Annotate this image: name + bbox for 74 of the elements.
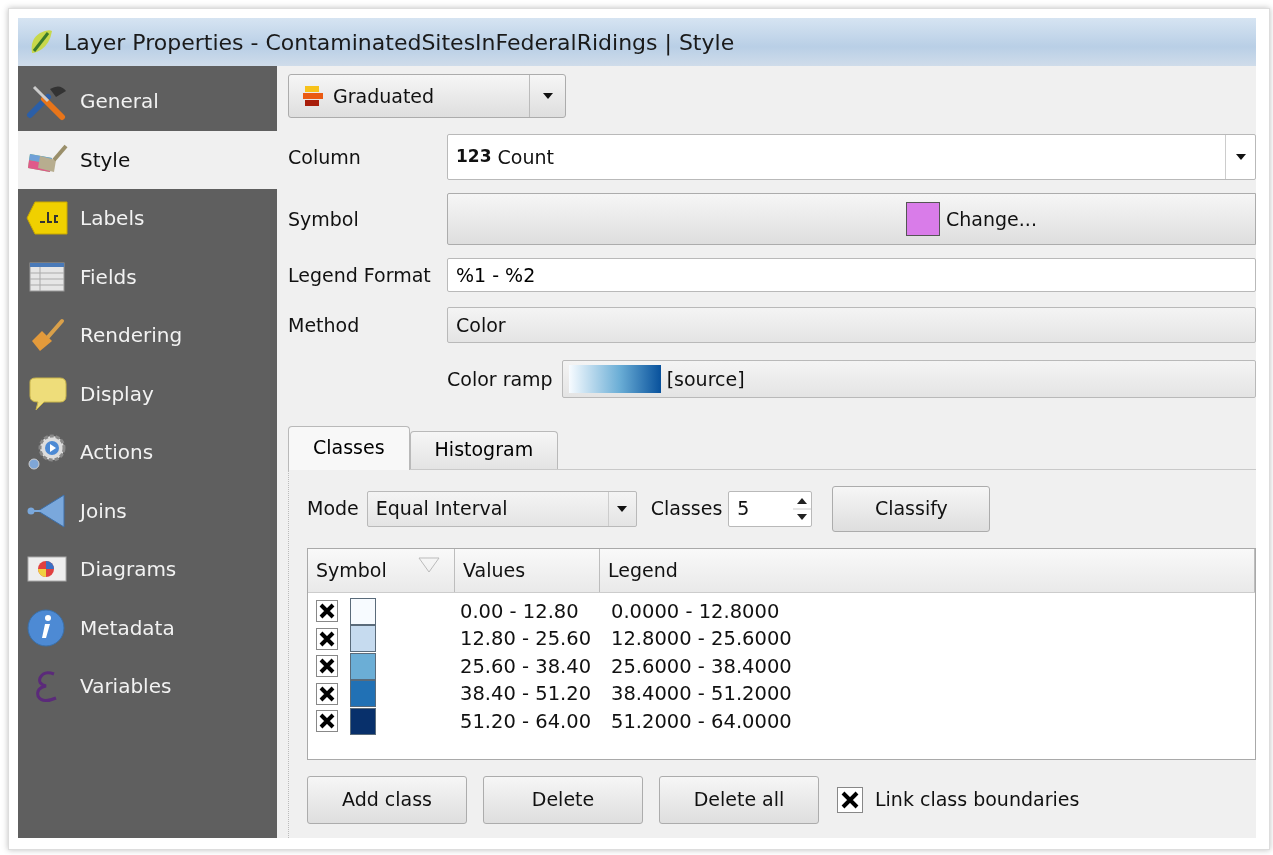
- table-cell-text: 12.8000 - 25.6000: [611, 626, 793, 652]
- class-color-swatch[interactable]: [350, 597, 376, 625]
- field-label: Column: [288, 144, 362, 170]
- checkbox-label: Link class boundaries: [875, 787, 1080, 813]
- class-color-swatch[interactable]: [350, 707, 376, 735]
- tab[interactable]: Classes: [288, 426, 410, 470]
- row-checkbox[interactable]: [316, 600, 338, 623]
- column-dropdown[interactable]: 123 Count: [447, 134, 1256, 180]
- x-mark-icon: [840, 789, 860, 810]
- sidebar-item[interactable]: Diagrams: [18, 540, 277, 599]
- field-label: Method: [288, 312, 361, 338]
- sidebar-item[interactable]: Joins: [18, 481, 277, 540]
- sidebar-item[interactable]: Fields: [18, 247, 277, 306]
- x-mark-icon: [318, 712, 336, 731]
- legend-format-field[interactable]: %1 - %2: [447, 258, 1256, 292]
- link-boundaries-checkbox[interactable]: [837, 786, 863, 813]
- table-cell-text: 38.40 - 51.20: [460, 681, 593, 707]
- color-ramp-dropdown[interactable]: [source]: [561, 360, 1256, 398]
- table-cell-text: 38.4000 - 51.2000: [611, 681, 793, 707]
- field-label: Classes: [650, 496, 723, 522]
- column-header[interactable]: Values: [455, 548, 600, 592]
- sidebar-item[interactable]: Rendering: [18, 306, 277, 365]
- classes-spinbox[interactable]: 5: [728, 490, 813, 527]
- renderer-dropdown[interactable]: Graduated: [288, 74, 566, 118]
- column-header[interactable]: Legend: [600, 548, 1255, 592]
- gears-icon: [26, 432, 68, 473]
- sidebar-item[interactable]: Style: [18, 130, 277, 189]
- info-icon: [26, 607, 68, 648]
- sidebar-item[interactable]: General: [18, 72, 277, 131]
- row-checkbox[interactable]: [316, 655, 338, 678]
- table-cell-text: 51.2000 - 64.0000: [611, 708, 793, 735]
- window-title: Layer Properties - ContaminatedSitesInFederalRidings | Style: [64, 28, 735, 58]
- sidebar-item[interactable]: Metadata: [18, 598, 277, 657]
- sidebar-item[interactable]: Display: [18, 364, 277, 423]
- column-header[interactable]: Symbol: [308, 548, 455, 592]
- mode-dropdown[interactable]: Equal Interval: [366, 490, 637, 527]
- table-cell-text: 51.20 - 64.00: [460, 708, 593, 735]
- field-label: Mode: [307, 496, 359, 522]
- caret-icon: [542, 93, 553, 99]
- table-cell-text: 25.6000 - 38.4000: [611, 653, 793, 680]
- field-type-label: 123: [456, 145, 492, 169]
- row-checkbox[interactable]: [316, 710, 338, 733]
- row-checkbox[interactable]: [316, 627, 338, 650]
- table-cell-text: 25.60 - 38.40: [460, 653, 593, 680]
- symbol-swatch-icon: [906, 202, 941, 236]
- field-label: Legend Format: [288, 262, 432, 288]
- field-label: Color ramp: [447, 366, 553, 392]
- method-dropdown[interactable]: Color: [447, 307, 1256, 343]
- table-cell-text: 0.0000 - 12.8000: [611, 598, 781, 625]
- field-label: Symbol: [288, 206, 360, 232]
- classify-button[interactable]: Classify: [832, 485, 991, 532]
- table-cell-text: 0.00 - 12.80: [460, 598, 580, 625]
- sidebar-item[interactable]: Variables: [18, 657, 277, 716]
- table-cell-text: 12.80 - 25.60: [460, 626, 593, 652]
- graduated-icon: [303, 85, 323, 107]
- change-symbol-button[interactable]: Change...: [447, 193, 1256, 245]
- x-mark-icon: [318, 629, 336, 648]
- tab[interactable]: Histogram: [409, 431, 559, 469]
- class-color-swatch[interactable]: [350, 625, 376, 653]
- caret-icon: [617, 505, 628, 512]
- x-mark-icon: [318, 684, 336, 703]
- x-mark-icon: [318, 657, 336, 676]
- sidebar-item[interactable]: Actions: [18, 423, 277, 482]
- caret-icon: [1235, 154, 1246, 160]
- table-action-button[interactable]: Delete all: [659, 775, 819, 824]
- table-action-button[interactable]: Delete: [483, 775, 643, 824]
- row-checkbox[interactable]: [316, 682, 338, 705]
- table-action-button[interactable]: Add class: [307, 775, 467, 824]
- x-mark-icon: [318, 602, 336, 621]
- sort-indicator-icon: [418, 556, 440, 573]
- class-color-swatch[interactable]: [350, 680, 376, 708]
- field-value: Count: [497, 144, 555, 170]
- class-color-swatch[interactable]: [350, 652, 376, 680]
- sidebar-item[interactable]: Labels: [18, 189, 277, 248]
